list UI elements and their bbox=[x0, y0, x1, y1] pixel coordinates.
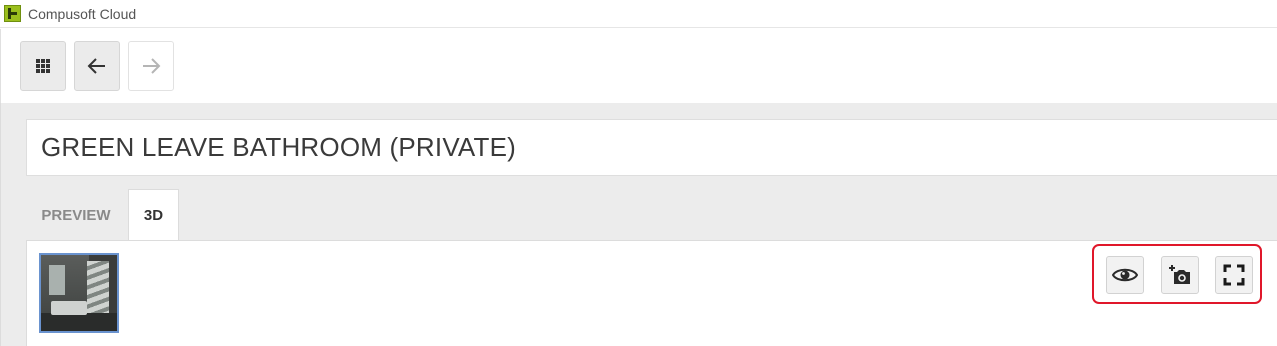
tab-preview[interactable]: PREVIEW bbox=[26, 189, 126, 241]
back-button[interactable] bbox=[74, 41, 120, 91]
bathroom-render-thumbnail[interactable] bbox=[39, 253, 119, 333]
app-title: Compusoft Cloud bbox=[28, 5, 137, 22]
compusoft-logo-icon bbox=[4, 5, 21, 22]
view-button[interactable] bbox=[1106, 256, 1144, 294]
viewer-panel bbox=[26, 240, 1277, 346]
arrow-right-icon bbox=[143, 58, 161, 74]
project-title-card: GREEN LEAVE BATHROOM (PRIVATE) bbox=[26, 119, 1277, 176]
tab-3d[interactable]: 3D bbox=[128, 189, 179, 241]
top-toolbar bbox=[0, 29, 1277, 103]
page-title: GREEN LEAVE BATHROOM (PRIVATE) bbox=[41, 132, 517, 162]
snapshot-button[interactable] bbox=[1161, 256, 1199, 294]
grid-icon bbox=[36, 59, 50, 73]
forward-button[interactable] bbox=[128, 41, 174, 91]
apps-button[interactable] bbox=[20, 41, 66, 91]
title-bar: Compusoft Cloud bbox=[0, 0, 1277, 28]
arrow-left-icon bbox=[87, 58, 105, 74]
eye-icon bbox=[1112, 268, 1138, 282]
camera-plus-icon bbox=[1169, 265, 1190, 284]
fullscreen-button[interactable] bbox=[1215, 256, 1253, 294]
fullscreen-icon bbox=[1223, 264, 1245, 286]
